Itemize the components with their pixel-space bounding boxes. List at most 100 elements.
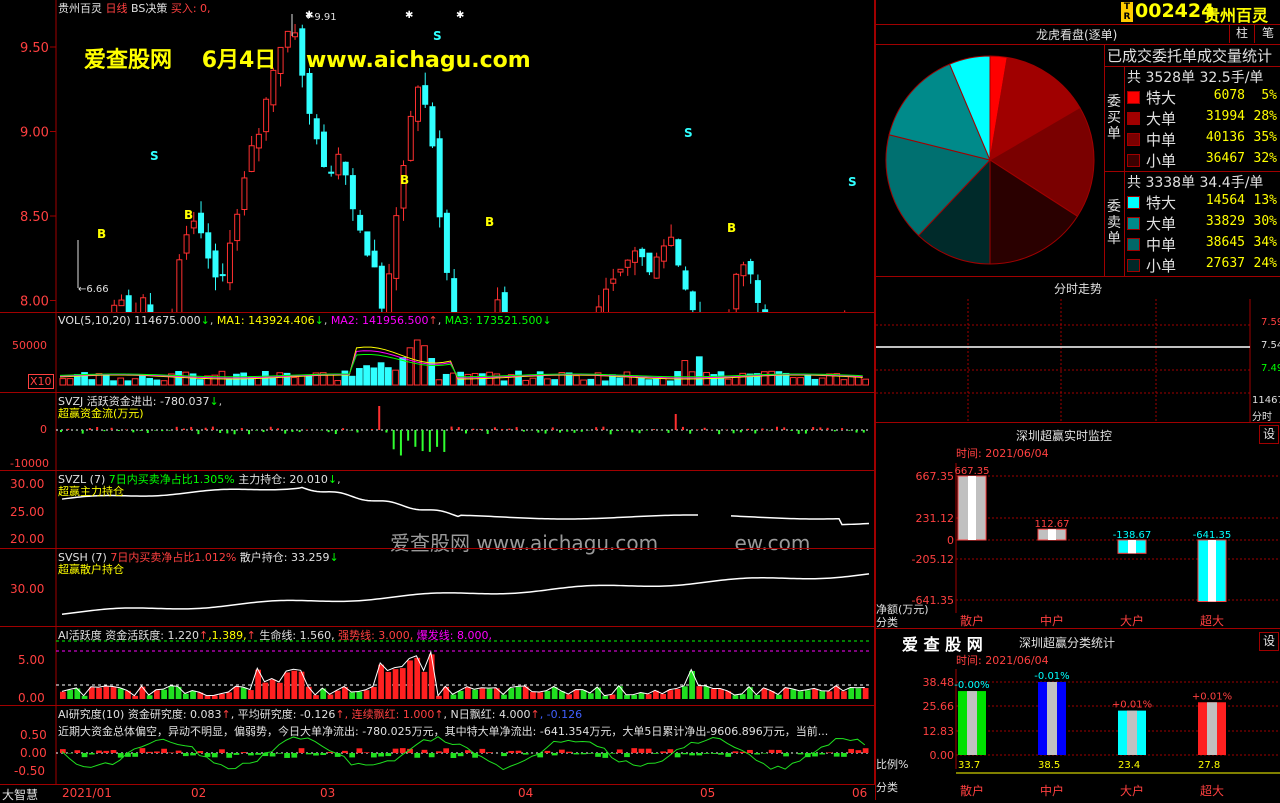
- intraday-chart: [876, 299, 1280, 423]
- research-bar: [422, 750, 428, 753]
- sell-row-pct: 13%: [1247, 193, 1277, 208]
- research-bar: [856, 750, 862, 753]
- activity-bar: [234, 687, 240, 699]
- activity-bar: [183, 694, 189, 699]
- research-bar: [841, 753, 847, 757]
- candle-body: [690, 292, 695, 310]
- research-bar: [660, 751, 666, 753]
- candle-body: [350, 176, 355, 209]
- kline-panel[interactable]: 9.509.008.508.007.507.00←9.91←6.66BBBBBS…: [0, 0, 875, 313]
- watermark-banner: 爱查股网 6月4日 www.aichagu.com: [84, 42, 531, 74]
- research-bar: [624, 753, 630, 757]
- date-axis: 大智慧 2021/01 02 03 04 05 06: [0, 784, 875, 801]
- flow-bar: [733, 430, 735, 433]
- vol-panel[interactable]: VOL(5,10,20) 114675.000↓, MA1: 143924.40…: [0, 312, 875, 393]
- activity-bar: [704, 687, 710, 699]
- signal-marker: B: [400, 173, 409, 187]
- signal-marker: S: [150, 149, 159, 163]
- buy-row-swatch: [1127, 154, 1140, 167]
- volume-bar: [154, 380, 160, 385]
- flow-bar: [863, 430, 865, 433]
- activity-bar: [790, 689, 796, 699]
- price-tick-label: 8.50: [20, 210, 49, 225]
- flow-bar: [747, 429, 749, 430]
- activity-bar: [277, 683, 283, 699]
- candle-body: [430, 107, 435, 146]
- volume-bar: [306, 375, 312, 385]
- activity-bar: [783, 688, 789, 699]
- activity-bar: [856, 688, 862, 699]
- ai-active-panel[interactable]: AI活跃度 资金活跃度: 1.220↑,1.389,↑ 生命线: 1.560, …: [0, 626, 875, 706]
- research-bar: [371, 753, 377, 757]
- activity-bar: [161, 690, 167, 699]
- volume-bar: [335, 381, 341, 385]
- candle-body: [141, 298, 146, 313]
- flow-bar: [226, 430, 228, 433]
- flow-bar: [414, 430, 416, 447]
- buy-row-value: 31994: [1201, 109, 1245, 124]
- activity-bar: [103, 687, 109, 699]
- svsh-panel[interactable]: SVSH (7) 7日内买卖净占比1.012% 散户持仓: 33.259↓ 超赢…: [0, 548, 875, 627]
- period-label[interactable]: 日线: [106, 2, 128, 15]
- flow-bar: [422, 430, 424, 451]
- flow-bar: [465, 430, 467, 433]
- svzl-panel[interactable]: SVZL (7) 7日内买卖净占比1.305% 主力持仓: 20.010↓, 超…: [0, 470, 875, 549]
- volume-bar: [762, 372, 768, 385]
- flow-bar: [168, 430, 170, 431]
- svzj-panel[interactable]: SVZJ 活跃资金进出: -780.037↓, 超赢资金流(万元) 0 -100…: [0, 392, 875, 471]
- flow-bar: [718, 430, 720, 434]
- monitor-axis-label: 231.12: [916, 512, 955, 525]
- note-button[interactable]: 笔: [1254, 24, 1280, 43]
- svzl-axis-1: 25.00: [10, 505, 44, 519]
- intraday-panel[interactable]: 分时走势 7.59 7.54 7.49 11467 分时: [876, 276, 1280, 423]
- research-bar: [783, 753, 789, 756]
- candle-body: [358, 215, 363, 230]
- candle-body: [755, 281, 760, 303]
- ai-research-panel[interactable]: AI研究度(10) 资金研究度: 0.083↑, 平均研究度: -0.126↑,…: [0, 705, 875, 785]
- research-bar: [219, 749, 225, 753]
- research-bar: [443, 748, 449, 753]
- research-bar: [523, 753, 529, 755]
- candle-body: [437, 139, 442, 217]
- candle-body: [423, 86, 428, 105]
- volume-bar: [89, 380, 95, 385]
- signal-marker: S: [684, 126, 693, 140]
- price-tick-label: 9.50: [20, 41, 49, 56]
- research-bar: [82, 753, 88, 757]
- activity-bar: [291, 671, 297, 699]
- air-nred: , N日飘红: 4.000: [444, 708, 531, 721]
- buy-row-pct: 28%: [1247, 109, 1277, 124]
- class-bar-highlight: [1127, 711, 1137, 755]
- candle-body: [676, 240, 681, 265]
- research-bar: [96, 751, 102, 753]
- class-bar-highlight: [1207, 702, 1217, 755]
- research-bar: [458, 753, 464, 756]
- vol-unit: X10: [28, 374, 54, 389]
- ai-strong: 强势线: 3.000,: [338, 629, 413, 642]
- class-cat-label: 散户: [960, 783, 984, 798]
- date-tick: 03: [320, 786, 335, 800]
- svsh-ratio: 7日内买卖净占比1.012%: [110, 551, 236, 564]
- activity-bar: [798, 691, 804, 699]
- realtime-monitor-panel[interactable]: 深圳超赢实时监控 设 时间: 2021/06/04 667.35231.120-…: [876, 422, 1280, 629]
- bar-view-button[interactable]: 柱: [1229, 24, 1254, 43]
- candle-body: [408, 116, 413, 160]
- research-bar: [357, 748, 363, 753]
- monitor-value-label: 667.35: [955, 466, 990, 477]
- class-stat-panel[interactable]: 爱 查 股 网 深圳超赢分类统计 设 时间: 2021/06/04 38.482…: [876, 628, 1280, 801]
- activity-bar: [552, 687, 558, 699]
- flow-bar: [89, 428, 91, 430]
- candle-body: [227, 243, 232, 283]
- volume-bar: [856, 377, 862, 385]
- candle-body: [734, 274, 739, 308]
- flow-bar: [212, 427, 214, 430]
- buy-row-value: 40136: [1201, 130, 1245, 145]
- activity-bar: [219, 694, 225, 699]
- volume-bar: [863, 379, 869, 385]
- volume-bar: [798, 378, 804, 385]
- low-mark-label: ←6.66: [78, 284, 109, 295]
- activity-bar: [226, 692, 232, 699]
- research-bar: [769, 750, 775, 753]
- flow-bar: [689, 430, 691, 434]
- volume-bar: [689, 372, 695, 385]
